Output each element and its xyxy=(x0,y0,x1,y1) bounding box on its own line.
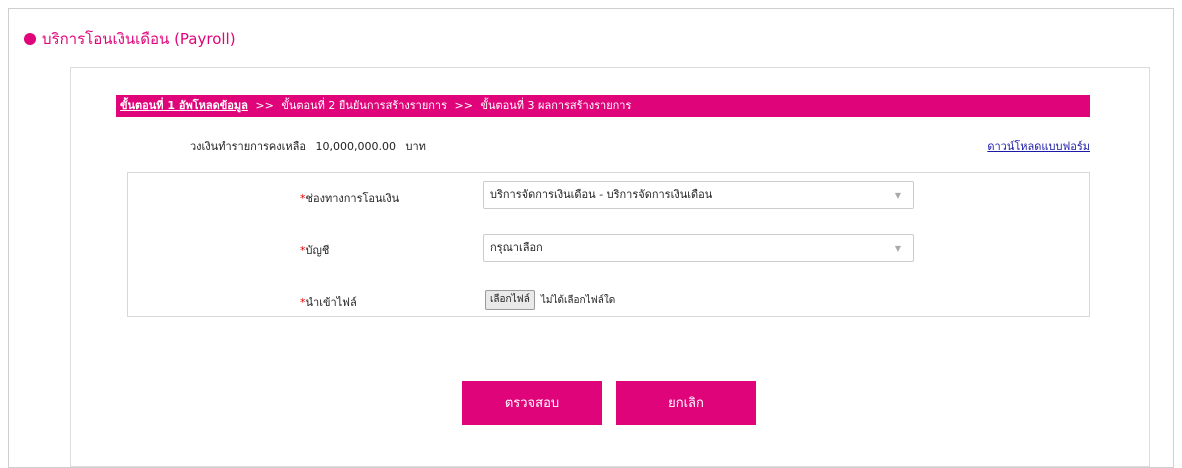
step-2-label: ขั้นตอนที่ 2 ยืนยันการสร้างรายการ xyxy=(281,99,448,112)
page-title-text: บริการโอนเงินเดือน (Payroll) xyxy=(42,30,236,48)
channel-selected-value: บริการจัดการเงินเดือน - บริการจัดการเงิน… xyxy=(490,188,713,201)
channel-select[interactable]: บริการจัดการเงินเดือน - บริการจัดการเงิน… xyxy=(483,181,914,209)
file-status-text: ไม่ได้เลือกไฟล์ใด xyxy=(540,294,616,306)
account-label-text: บัญชี xyxy=(305,244,330,257)
account-select[interactable]: กรุณาเลือก ▼ xyxy=(483,234,914,262)
bullet-dot-icon xyxy=(24,33,36,45)
file-label-text: นำเข้าไฟล์ xyxy=(305,296,357,309)
remaining-limit-unit: บาท xyxy=(405,140,426,153)
file-input: เลือกไฟล์ ไม่ได้เลือกไฟล์ใด xyxy=(485,290,615,310)
remaining-limit-amount: 10,000,000.00 xyxy=(315,140,396,153)
step-separator: >> xyxy=(255,99,274,112)
account-label: *บัญชี xyxy=(300,241,329,259)
choose-file-button[interactable]: เลือกไฟล์ xyxy=(485,290,535,310)
dropdown-arrow-icon: ▼ xyxy=(894,244,901,253)
channel-label-text: ช่องทางการโอนเงิน xyxy=(305,192,400,205)
download-form-link[interactable]: ดาวน์โหลดแบบฟอร์ม xyxy=(987,137,1090,155)
account-selected-value: กรุณาเลือก xyxy=(490,241,543,254)
step-3-label: ขั้นตอนที่ 3 ผลการสร้างรายการ xyxy=(480,99,632,112)
channel-label: *ช่องทางการโอนเงิน xyxy=(300,189,399,207)
check-button[interactable]: ตรวจสอบ xyxy=(462,381,602,425)
step-1-link[interactable]: ขั้นตอนที่ 1 อัพโหลดข้อมูล xyxy=(120,99,248,112)
page-title: บริการโอนเงินเดือน (Payroll) xyxy=(24,27,236,51)
step-separator: >> xyxy=(454,99,473,112)
remaining-limit: วงเงินทำรายการคงเหลือ 10,000,000.00 บาท xyxy=(190,137,426,155)
remaining-limit-label: วงเงินทำรายการคงเหลือ xyxy=(190,140,306,153)
step-bar: ขั้นตอนที่ 1 อัพโหลดข้อมูล >> ขั้นตอนที่… xyxy=(116,95,1090,117)
dropdown-arrow-icon: ▼ xyxy=(894,191,901,200)
cancel-button[interactable]: ยกเลิก xyxy=(616,381,756,425)
file-label: *นำเข้าไฟล์ xyxy=(300,293,357,311)
